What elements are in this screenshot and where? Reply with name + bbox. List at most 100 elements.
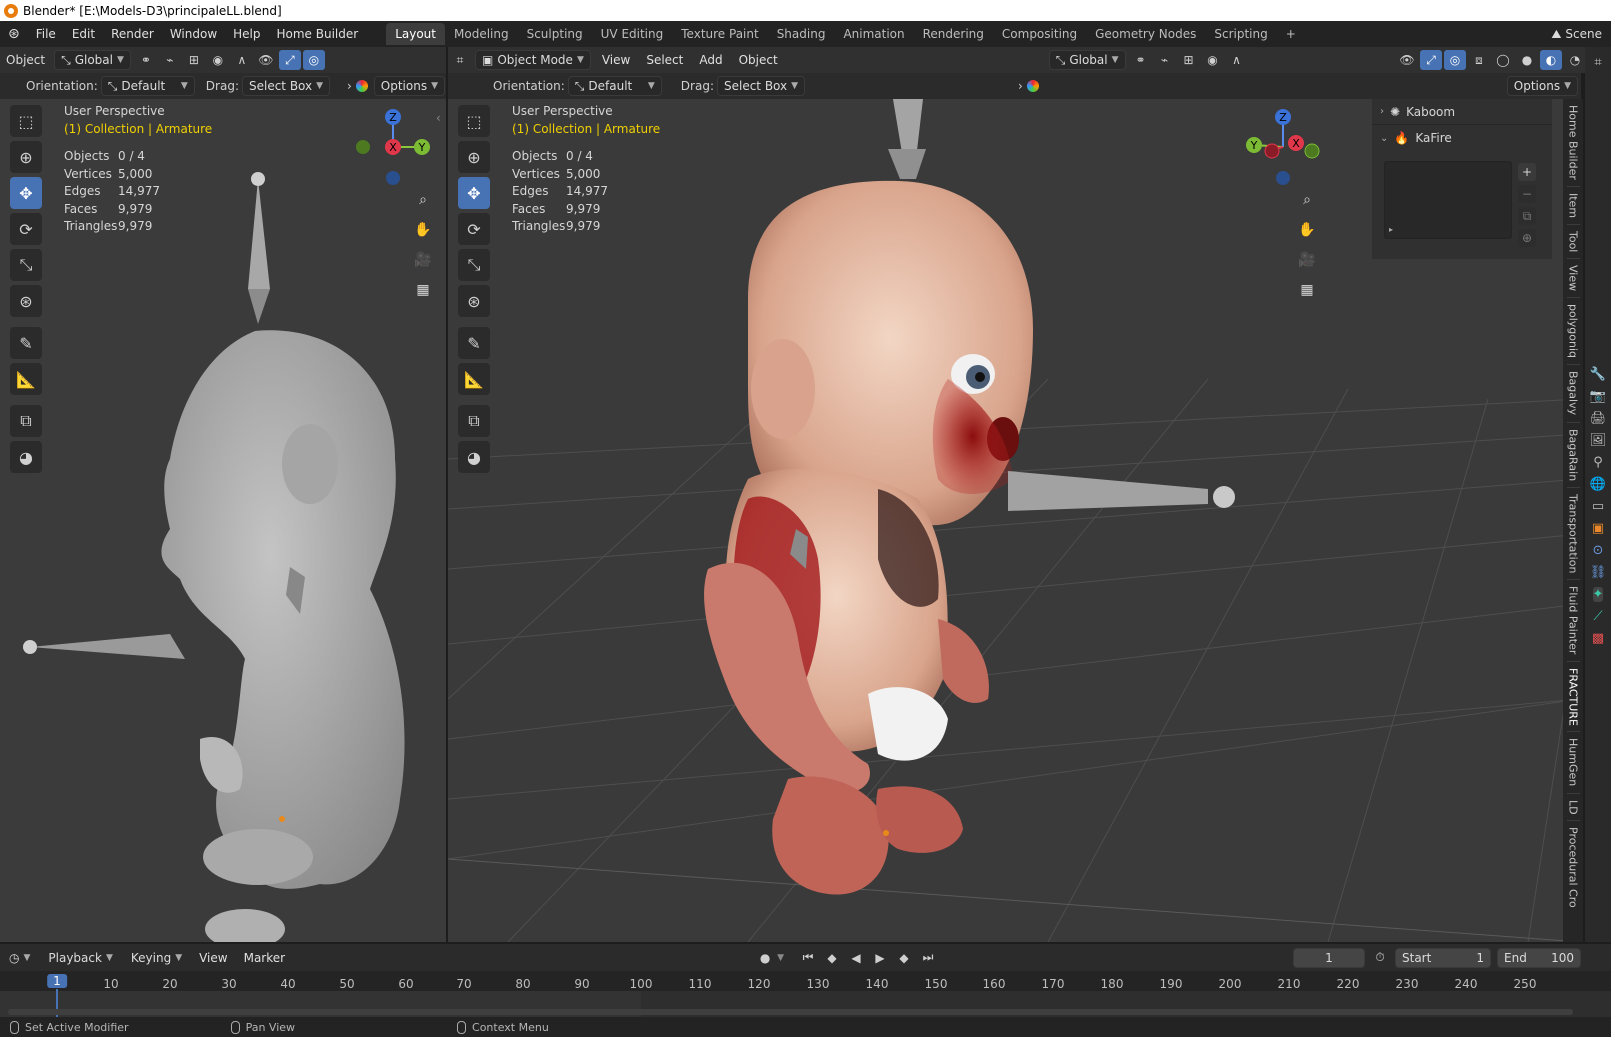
expand-chevron-icon[interactable]: › xyxy=(1018,79,1023,93)
timeline-area[interactable]: 1 10 20 30 40 50 60 70 80 90 100 110 120… xyxy=(0,971,1611,1017)
menu-file[interactable]: File xyxy=(28,27,64,41)
menu-marker[interactable]: Marker xyxy=(236,951,293,965)
tab-modeling[interactable]: Modeling xyxy=(445,23,518,45)
add-item-icon[interactable]: + xyxy=(1518,163,1536,181)
menu-window[interactable]: Window xyxy=(162,27,225,41)
next-keyframe-icon[interactable]: ◆ xyxy=(893,948,915,968)
editor-type-icon[interactable]: ⌗ xyxy=(449,50,471,70)
snap-icon[interactable]: ⌁ xyxy=(1154,50,1176,70)
object-properties-icon[interactable]: ▣ xyxy=(1592,521,1604,536)
right-transform-orientation[interactable]: ⤡ Global ▼ xyxy=(1048,50,1126,70)
side-tab-transportation[interactable]: Transportation xyxy=(1566,488,1580,581)
side-tab-polygoniq[interactable]: polygoniq xyxy=(1566,298,1580,366)
tab-animation[interactable]: Animation xyxy=(834,23,913,45)
mode-dropdown[interactable]: ▣ Object Mode ▼ xyxy=(475,50,591,70)
cursor-tool-icon[interactable]: ⊕ xyxy=(10,141,42,173)
tab-layout[interactable]: Layout xyxy=(386,23,445,45)
side-tab-home-builder[interactable]: Home Builder xyxy=(1566,99,1580,187)
visibility-icon[interactable]: 👁 xyxy=(1396,50,1418,70)
tab-uv-editing[interactable]: UV Editing xyxy=(592,23,673,45)
left-viewport[interactable]: ⬚ ⊕ ✥ ⟳ ⤡ ⊛ ✎ 📐 ⧉ ◕ User Perspective (1)… xyxy=(0,99,446,942)
current-frame-field[interactable]: 1 xyxy=(1293,947,1365,968)
menu-object[interactable]: Object xyxy=(731,53,786,67)
grid-perspective-icon[interactable]: ▦ xyxy=(410,277,436,303)
scale-tool-icon[interactable]: ⤡ xyxy=(10,249,42,281)
rotate-tool-icon[interactable]: ⟳ xyxy=(10,213,42,245)
right-viewport[interactable]: ⬚ ⊕ ✥ ⟳ ⤡ ⊛ ✎ 📐 ⧉ ◕ User Perspective (1)… xyxy=(448,99,1581,942)
panel-kaboom[interactable]: › ✺ Kaboom xyxy=(1372,99,1552,125)
blender-menu-icon[interactable]: ⊛ xyxy=(0,26,28,42)
list-expand-icon[interactable]: ▸ xyxy=(1389,225,1393,234)
add-workspace-icon[interactable]: + xyxy=(1277,23,1305,45)
left-transform-orientation[interactable]: ⤡ Global ▼ xyxy=(54,50,131,70)
pan-hand-icon[interactable]: ✋ xyxy=(1294,217,1320,243)
proportional-edit-icon[interactable]: ◉ xyxy=(207,50,229,70)
camera-icon[interactable]: 🎥 xyxy=(1294,247,1320,273)
pivot-icon[interactable]: ⚭ xyxy=(1130,50,1152,70)
right-options-dropdown[interactable]: Options ▼ xyxy=(1506,76,1578,96)
expand-chevron-icon[interactable]: › xyxy=(347,79,352,93)
move-tool-icon[interactable]: ✥ xyxy=(10,177,42,209)
jump-start-icon[interactable]: ⏮ xyxy=(797,948,819,968)
constraint-properties-icon[interactable]: ⛓ xyxy=(1590,565,1607,580)
rendered-shading-icon[interactable]: ◔ xyxy=(1564,50,1586,70)
side-tab-bagalvy[interactable]: Bagalvy xyxy=(1566,365,1580,423)
pan-hand-icon[interactable]: ✋ xyxy=(410,217,436,243)
side-tab-humgen[interactable]: HumGen xyxy=(1566,732,1580,794)
timeline-editor-type-icon[interactable]: ◷ ▼ xyxy=(3,948,36,968)
menu-select[interactable]: Select xyxy=(638,53,691,67)
collapse-arrow-icon[interactable]: ‹ xyxy=(436,111,441,125)
add-cube-tool-icon[interactable]: ⧉ xyxy=(458,405,490,437)
paste-item-icon[interactable]: ⊕ xyxy=(1518,229,1536,247)
remove-item-icon[interactable]: − xyxy=(1518,185,1536,203)
menu-view[interactable]: View xyxy=(594,53,638,67)
snap-grid-icon[interactable]: ⊞ xyxy=(183,50,205,70)
sphere-tool-icon[interactable]: ◕ xyxy=(10,441,42,473)
select-box-tool-icon[interactable]: ⬚ xyxy=(458,105,490,137)
menu-help[interactable]: Help xyxy=(225,27,268,41)
timeline-scrollbar[interactable] xyxy=(8,1009,1573,1015)
panel-kafire[interactable]: ⌄ 🔥 KaFire xyxy=(1372,125,1552,151)
frame-ruler[interactable]: 1 10 20 30 40 50 60 70 80 90 100 110 120… xyxy=(0,971,1611,991)
collection-properties-icon[interactable]: ▭ xyxy=(1592,499,1604,514)
menu-edit[interactable]: Edit xyxy=(64,27,103,41)
tab-texture-paint[interactable]: Texture Paint xyxy=(672,23,767,45)
scale-tool-icon[interactable]: ⤡ xyxy=(458,249,490,281)
bone-properties-icon[interactable]: ⟋ xyxy=(1593,609,1602,624)
side-tab-view[interactable]: View xyxy=(1566,259,1580,299)
gizmo-toggle-icon[interactable]: ⤢ xyxy=(278,50,301,70)
output-properties-icon[interactable]: 🖨 xyxy=(1590,411,1607,426)
visibility-icon[interactable]: 👁 xyxy=(255,50,277,70)
snap-grid-icon[interactable]: ⊞ xyxy=(1178,50,1200,70)
stopwatch-icon[interactable]: ⏱ xyxy=(1369,948,1391,968)
transform-tool-icon[interactable]: ⊛ xyxy=(458,285,490,317)
zoom-icon[interactable]: ⌕ xyxy=(410,187,436,213)
side-tab-bagarain[interactable]: BagaRain xyxy=(1566,423,1580,488)
sphere-tool-icon[interactable]: ◕ xyxy=(458,441,490,473)
add-cube-tool-icon[interactable]: ⧉ xyxy=(10,405,42,437)
left-mode-label[interactable]: Object xyxy=(0,53,51,67)
gizmo-toggle-icon[interactable]: ⤢ xyxy=(1420,50,1442,70)
tab-scripting[interactable]: Scripting xyxy=(1205,23,1276,45)
right-drag-dropdown[interactable]: Select Box ▼ xyxy=(716,76,806,96)
menu-render[interactable]: Render xyxy=(103,27,162,41)
menu-timeline-view[interactable]: View xyxy=(191,951,235,965)
tab-geometry-nodes[interactable]: Geometry Nodes xyxy=(1086,23,1205,45)
world-properties-icon[interactable]: 🌐 xyxy=(1590,477,1606,492)
play-reverse-icon[interactable]: ◀ xyxy=(845,948,867,968)
wireframe-shading-icon[interactable]: ◯ xyxy=(1492,50,1514,70)
tool-properties-icon[interactable]: 🔧 xyxy=(1590,367,1606,382)
cursor-tool-icon[interactable]: ⊕ xyxy=(458,141,490,173)
kafire-list[interactable]: ▸ xyxy=(1384,161,1512,239)
falloff-icon[interactable]: ∧ xyxy=(231,50,253,70)
record-icon[interactable]: ● xyxy=(754,948,776,968)
solid-shading-icon[interactable]: ● xyxy=(1516,50,1538,70)
menu-add[interactable]: Add xyxy=(691,53,730,67)
material-shading-icon[interactable]: ◐ xyxy=(1540,50,1562,70)
overlay-toggle-icon[interactable]: ◎ xyxy=(1444,50,1466,70)
measure-tool-icon[interactable]: 📐 xyxy=(458,363,490,395)
side-tab-fluid-painter[interactable]: Fluid Painter xyxy=(1566,580,1580,662)
transform-tool-icon[interactable]: ⊛ xyxy=(10,285,42,317)
falloff-icon[interactable]: ∧ xyxy=(1226,50,1248,70)
tab-shading[interactable]: Shading xyxy=(768,23,835,45)
